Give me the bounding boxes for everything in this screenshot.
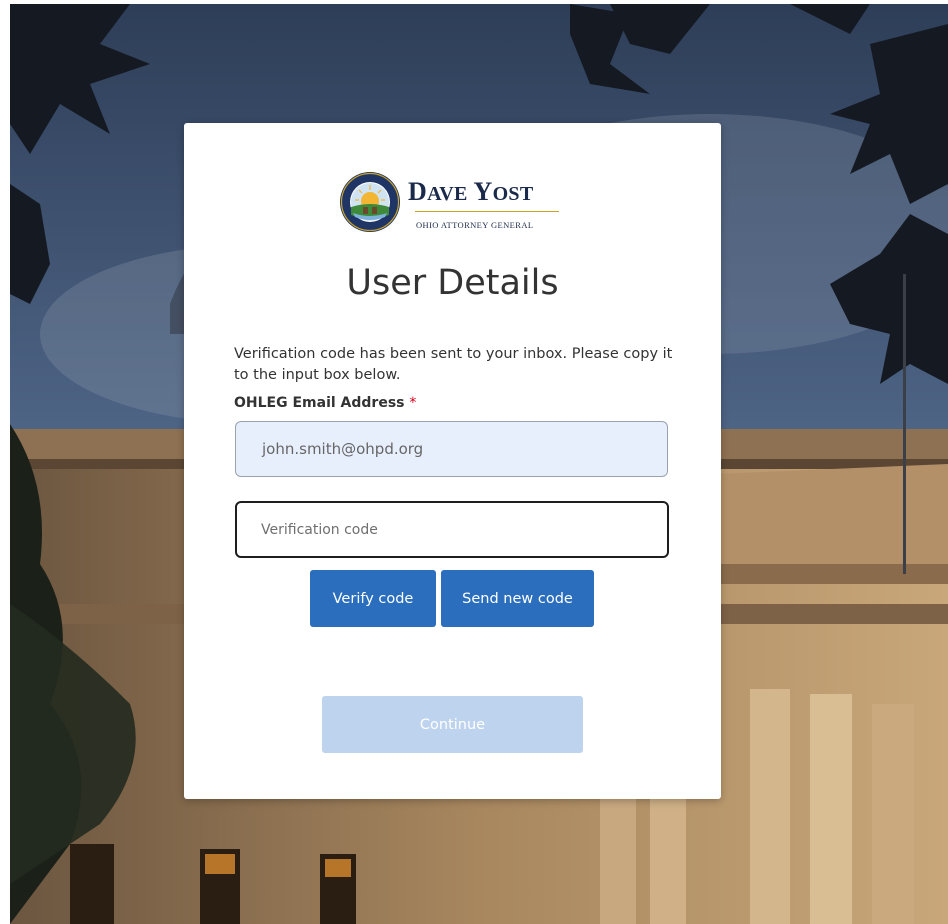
page-title: User Details xyxy=(346,263,559,303)
verification-sent-message: Verification code has been sent to your … xyxy=(234,346,673,383)
user-details-card: DAVE YOST Ohio Attorney General User Det… xyxy=(184,123,721,799)
logo-wordmark: DAVE YOST xyxy=(408,177,534,206)
ohio-attorney-general-seal-icon xyxy=(340,172,400,232)
dave-yost-logo: DAVE YOST Ohio Attorney General xyxy=(339,169,569,235)
verify-code-button[interactable]: Verify code xyxy=(310,570,436,627)
logo-subtitle: Ohio Attorney General xyxy=(416,220,534,230)
logo-divider-emblem xyxy=(415,211,559,212)
continue-button[interactable]: Continue xyxy=(322,696,583,753)
email-field[interactable]: john.smith@ohpd.org xyxy=(235,421,668,477)
verification-code-input[interactable] xyxy=(235,501,669,558)
email-field-label: OHLEG Email Address * xyxy=(234,395,417,411)
send-new-code-button[interactable]: Send new code xyxy=(441,570,594,627)
required-marker: * xyxy=(409,395,417,411)
